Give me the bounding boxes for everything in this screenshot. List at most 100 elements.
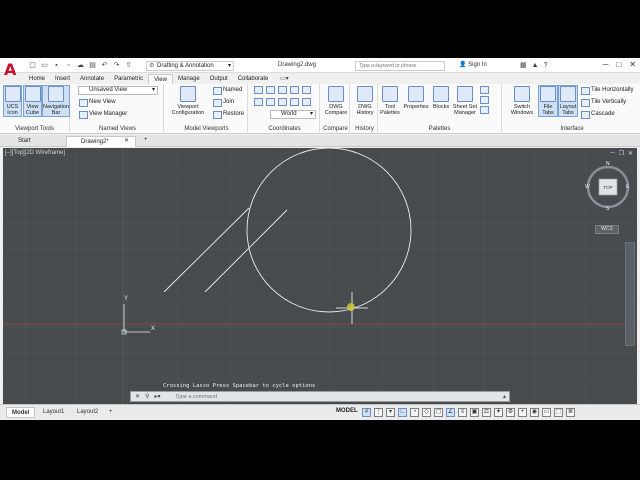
recent-commands-icon[interactable]: ▸▾ bbox=[154, 393, 160, 401]
annotation-visibility-icon[interactable]: ✦ bbox=[494, 408, 503, 417]
file-tab-start[interactable]: Start bbox=[4, 136, 31, 147]
ucs-icon-button[interactable]: UCS Icon bbox=[3, 85, 22, 117]
ucs-object-icon[interactable] bbox=[266, 98, 275, 106]
tab-view[interactable]: View bbox=[148, 74, 173, 84]
undo-icon[interactable]: ↶ bbox=[100, 61, 109, 70]
new-file-icon[interactable]: ▢ bbox=[28, 61, 37, 70]
named-view-dropdown[interactable]: Unsaved View bbox=[78, 86, 158, 95]
file-tabs-button[interactable]: File Tabs bbox=[538, 85, 558, 117]
dwg-history-button[interactable]: DWG History bbox=[353, 86, 377, 116]
ucs-y-icon[interactable] bbox=[290, 86, 299, 94]
workspace-selector[interactable]: Drafting & Annotation bbox=[146, 61, 234, 71]
layout1-tab[interactable]: Layout1 bbox=[38, 407, 69, 418]
units-icon[interactable]: + bbox=[518, 408, 527, 417]
viewport-restore-icon[interactable]: ❐ bbox=[619, 150, 624, 157]
properties-button[interactable]: Properties bbox=[402, 86, 430, 110]
circle-shape[interactable] bbox=[246, 148, 412, 313]
model-space-button[interactable]: MODEL bbox=[336, 408, 358, 414]
customize-icon[interactable]: ⚲ bbox=[145, 393, 149, 401]
viewcube-east[interactable]: E bbox=[626, 184, 629, 190]
a360-icon[interactable]: ▲ bbox=[532, 61, 539, 70]
tool-palettes-button[interactable]: Tool Palettes bbox=[378, 86, 402, 116]
minimize-icon[interactable]: ─ bbox=[603, 60, 609, 70]
close-command-line-icon[interactable]: ✕ bbox=[135, 393, 140, 401]
help-icon[interactable]: ? bbox=[544, 61, 548, 70]
design-center-icon[interactable] bbox=[480, 96, 489, 104]
navigation-bar[interactable] bbox=[625, 242, 635, 346]
navigation-bar-button[interactable]: Navigation Bar bbox=[42, 85, 70, 117]
sign-in-button[interactable]: 👤 Sign In bbox=[459, 61, 487, 70]
ribbon-minimize-icon[interactable]: ▭▾ bbox=[280, 75, 289, 82]
tile-vertically-button[interactable]: Tile Vertically bbox=[581, 98, 626, 107]
view-cube-button[interactable]: View Cube bbox=[23, 85, 42, 117]
help-search-input[interactable] bbox=[355, 61, 445, 71]
ucs-world-icon[interactable] bbox=[254, 86, 263, 94]
maximize-icon[interactable]: □ bbox=[616, 60, 621, 70]
save-icon[interactable]: ▪ bbox=[52, 61, 61, 70]
autocad-logo[interactable]: A bbox=[4, 61, 20, 81]
cascade-button[interactable]: Cascade bbox=[581, 110, 615, 119]
viewcube-top-label[interactable]: TOP bbox=[601, 185, 615, 190]
command-input[interactable] bbox=[175, 393, 495, 401]
ucs-zaxis-icon[interactable] bbox=[302, 98, 311, 106]
viewport-controls-label[interactable]: [–][Top][2D Wireframe] bbox=[5, 150, 65, 156]
viewcube-west[interactable]: W bbox=[585, 184, 590, 190]
ucs-view-icon[interactable] bbox=[254, 98, 263, 106]
markup-icon[interactable] bbox=[480, 106, 489, 114]
layout2-tab[interactable]: Layout2 bbox=[72, 407, 103, 418]
transparency-icon[interactable]: ▣ bbox=[470, 408, 479, 417]
close-tab-icon[interactable]: ✕ bbox=[124, 137, 129, 144]
cart-icon[interactable]: ▦ bbox=[520, 61, 527, 70]
share-icon[interactable]: ⇧ bbox=[124, 61, 133, 70]
annotation-scale-icon[interactable]: ⚖ bbox=[482, 408, 491, 417]
named-viewports-button[interactable]: Named bbox=[213, 86, 242, 95]
isolate-objects-icon[interactable]: ◉ bbox=[530, 408, 539, 417]
snap-toggle-icon[interactable]: ⋮ bbox=[374, 408, 383, 417]
tab-manage[interactable]: Manage bbox=[173, 74, 205, 84]
save-as-icon[interactable]: ▫ bbox=[64, 61, 73, 70]
tab-parametric[interactable]: Parametric bbox=[109, 74, 148, 84]
ucs-x-icon[interactable] bbox=[278, 86, 287, 94]
print-icon[interactable]: ▤ bbox=[88, 61, 97, 70]
tab-insert[interactable]: Insert bbox=[50, 74, 75, 84]
viewport-configuration-button[interactable]: Viewport Configuration bbox=[168, 86, 208, 116]
drawing-canvas[interactable]: [–][Top][2D Wireframe] ─ ❐ ✕ TOP N S E W… bbox=[3, 148, 637, 404]
wcs-menu[interactable]: WCS bbox=[595, 225, 619, 234]
ucs-3point-icon[interactable] bbox=[290, 98, 299, 106]
join-viewports-button[interactable]: Join bbox=[213, 98, 234, 107]
viewport-close-icon[interactable]: ✕ bbox=[628, 150, 633, 157]
command-expand-icon[interactable]: ▴ bbox=[503, 393, 506, 400]
viewport-minimize-icon[interactable]: ─ bbox=[610, 150, 614, 157]
tile-horizontally-button[interactable]: Tile Horizontally bbox=[581, 86, 633, 95]
ucs-face-icon[interactable] bbox=[278, 98, 287, 106]
viewcube-north[interactable]: N bbox=[606, 161, 610, 167]
hardware-acceleration-icon[interactable]: ▭ bbox=[542, 408, 551, 417]
switch-windows-button[interactable]: Switch Windows bbox=[508, 86, 536, 116]
line-shape-1[interactable] bbox=[163, 207, 250, 293]
object-snap-tracking-icon[interactable]: ∠ bbox=[446, 408, 455, 417]
cloud-icon[interactable]: ☁ bbox=[76, 61, 85, 70]
view-manager-button[interactable]: View Manager bbox=[79, 110, 127, 119]
new-view-button[interactable]: New View bbox=[79, 98, 116, 107]
polar-toggle-icon[interactable]: ◔ bbox=[410, 408, 419, 417]
line-shape-2[interactable] bbox=[204, 209, 288, 293]
restore-viewports-button[interactable]: Restore bbox=[213, 110, 244, 119]
grid-toggle-icon[interactable]: # bbox=[362, 408, 371, 417]
snap-menu-icon[interactable]: ▾ bbox=[386, 408, 395, 417]
viewcube-south[interactable]: S bbox=[606, 206, 609, 212]
dwg-compare-button[interactable]: DWG Compare bbox=[324, 86, 348, 116]
workspace-switch-icon[interactable]: ⚙ bbox=[506, 408, 515, 417]
blocks-button[interactable]: Blocks bbox=[431, 86, 451, 110]
redo-icon[interactable]: ↷ bbox=[112, 61, 121, 70]
tab-annotate[interactable]: Annotate bbox=[75, 74, 109, 84]
tab-home[interactable]: Home bbox=[24, 74, 50, 84]
open-folder-icon[interactable]: ▭ bbox=[40, 61, 49, 70]
ucs-z-icon[interactable] bbox=[302, 86, 311, 94]
lineweight-icon[interactable]: ≡ bbox=[458, 408, 467, 417]
customization-icon[interactable]: ≣ bbox=[566, 408, 575, 417]
add-layout-tab[interactable]: + bbox=[104, 407, 118, 418]
tab-collaborate[interactable]: Collaborate bbox=[233, 74, 274, 84]
layers-palette-icon[interactable] bbox=[480, 86, 489, 94]
ortho-toggle-icon[interactable]: ∟ bbox=[398, 408, 407, 417]
isodraft-icon[interactable]: ◇ bbox=[422, 408, 431, 417]
